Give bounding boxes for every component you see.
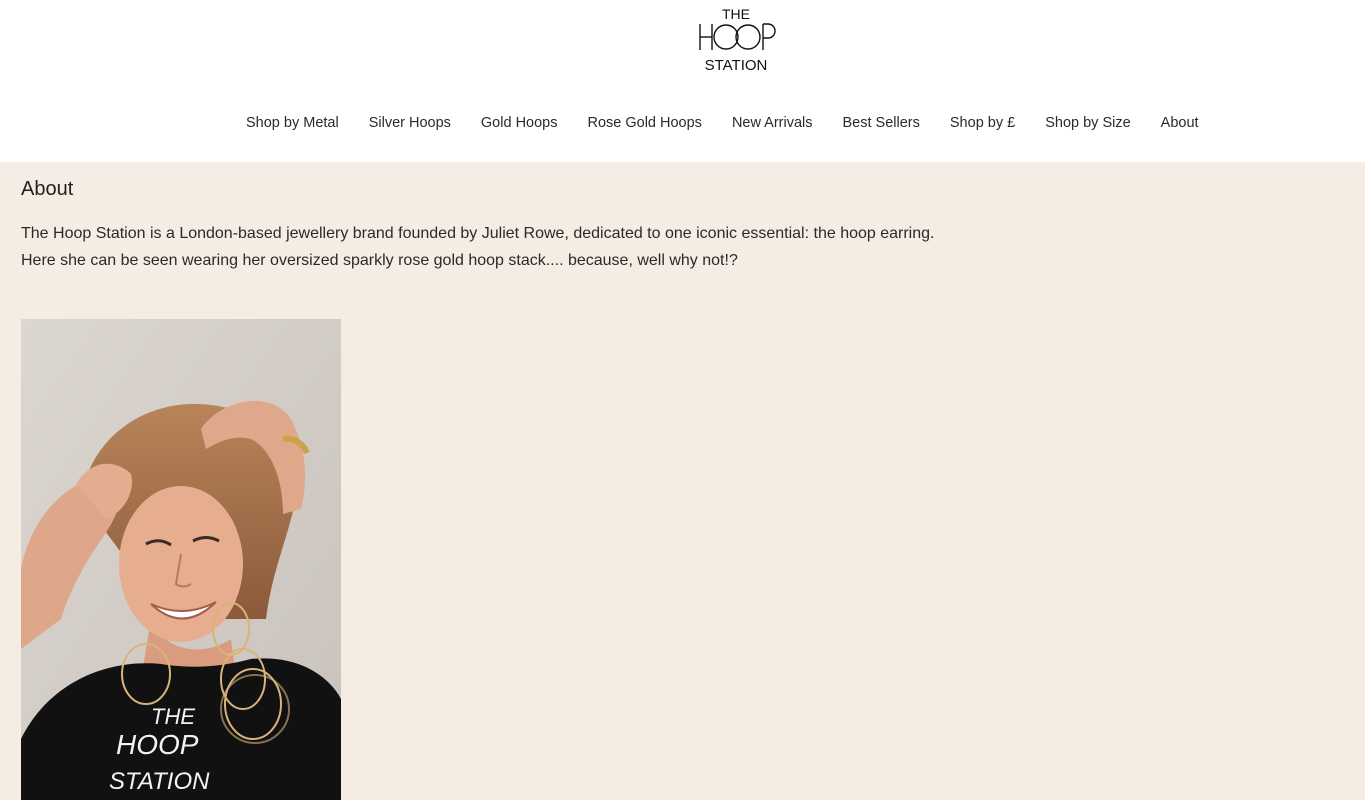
founder-photo: THE HOOP STATION xyxy=(21,319,341,800)
nav-item-shop-by-price[interactable]: Shop by £ xyxy=(950,113,1015,133)
shirt-print-line-1: THE xyxy=(151,704,195,729)
founder-photo-illustration: THE HOOP STATION xyxy=(21,319,341,800)
nav-item-gold-hoops[interactable]: Gold Hoops xyxy=(481,113,558,133)
site-logo[interactable]: THE STATION xyxy=(696,4,776,72)
nav-item-new-arrivals[interactable]: New Arrivals xyxy=(732,113,813,133)
logo-line-2-mark xyxy=(699,23,776,50)
logo-line-1: THE xyxy=(722,6,750,22)
about-intro: The Hoop Station is a London-based jewel… xyxy=(21,220,1121,274)
main-nav: Shop by Metal Silver Hoops Gold Hoops Ro… xyxy=(246,113,1199,133)
intro-paragraph-1: The Hoop Station is a London-based jewel… xyxy=(21,225,935,242)
nav-item-best-sellers[interactable]: Best Sellers xyxy=(843,113,920,133)
nav-item-shop-by-metal[interactable]: Shop by Metal xyxy=(246,113,339,133)
intro-paragraph-2: Here she can be seen wearing her oversiz… xyxy=(21,252,738,269)
page-title: About xyxy=(21,178,74,200)
hoop-station-logo: THE STATION xyxy=(699,6,776,72)
nav-item-rose-gold-hoops[interactable]: Rose Gold Hoops xyxy=(587,113,701,133)
main-content: About The Hoop Station is a London-based… xyxy=(0,162,1365,800)
nav-item-shop-by-size[interactable]: Shop by Size xyxy=(1045,113,1130,133)
site-header: THE STATION Shop by Metal Silver Hoops G… xyxy=(0,0,1365,162)
shirt-print-line-2: HOOP xyxy=(116,729,199,760)
logo-line-3: STATION xyxy=(705,57,768,72)
shirt-print-line-3: STATION xyxy=(109,768,210,795)
nav-item-silver-hoops[interactable]: Silver Hoops xyxy=(369,113,451,133)
nav-item-about[interactable]: About xyxy=(1161,113,1199,133)
